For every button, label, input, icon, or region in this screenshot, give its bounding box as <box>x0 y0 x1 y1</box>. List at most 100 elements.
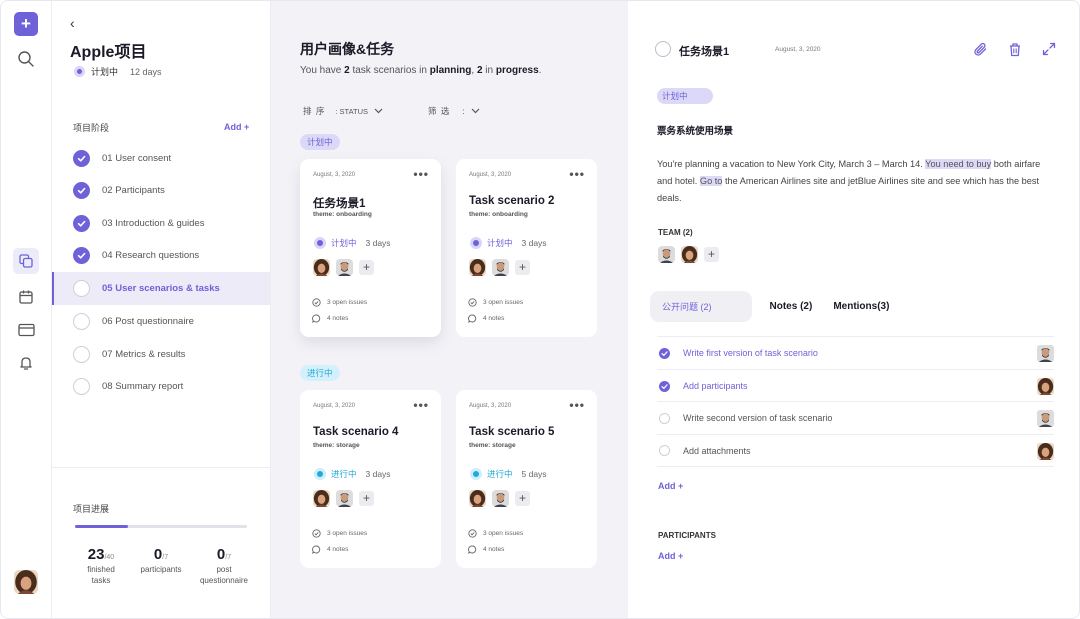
avatar[interactable] <box>469 490 486 507</box>
status-dot-icon <box>314 237 326 249</box>
app-window: + ‹ Apple项目 计划中 12 days 项目阶段 Add + 01 Us… <box>0 0 1080 619</box>
task-row[interactable]: Add participants <box>657 369 1054 402</box>
card-notes-label: 4 notes <box>483 315 505 322</box>
step-metrics-results[interactable]: 07 Metrics & results <box>52 338 270 371</box>
card-theme: theme: storage <box>469 442 516 449</box>
add-stage-button[interactable]: Add + <box>224 122 249 132</box>
step-user-scenarios-tasks[interactable]: 05 User scenarios & tasks <box>52 272 270 305</box>
step-participants[interactable]: 02 Participants <box>52 174 270 207</box>
stages-title: 项目阶段 <box>73 123 110 133</box>
step-summary-report[interactable]: 08 Summary report <box>52 370 270 403</box>
avatar[interactable] <box>492 259 509 276</box>
project-status: 计划中 12 days <box>74 65 162 78</box>
card-icon[interactable] <box>15 319 37 341</box>
copy-icon[interactable] <box>13 248 39 274</box>
task-row[interactable]: Write first version of task scenario <box>657 336 1054 369</box>
stat-denominator: /40 <box>104 554 115 561</box>
empty-circle-icon[interactable] <box>659 445 670 456</box>
more-icon[interactable]: ••• <box>413 398 429 412</box>
avatar[interactable] <box>1037 410 1054 427</box>
detail-heading: 票务系统使用场景 <box>657 126 734 137</box>
card-status-label: 进行中 <box>331 469 357 479</box>
detail-description: You're planning a vacation to New York C… <box>657 159 1041 203</box>
tab-notes[interactable]: Notes (2) <box>770 301 813 312</box>
scenario-card[interactable]: August, 3, 2020 ••• Task scenario 4 them… <box>300 390 441 568</box>
card-issues-label: 3 open issues <box>483 299 524 306</box>
step-post-questionnaire[interactable]: 06 Post questionnaire <box>52 305 270 338</box>
task-row[interactable]: Write second version of task scenario <box>657 401 1054 434</box>
scenario-card[interactable]: August, 3, 2020 ••• 任务场景1 theme: onboard… <box>300 159 441 337</box>
add-participant-button[interactable]: Add + <box>658 551 683 561</box>
create-button[interactable]: + <box>14 12 38 36</box>
empty-circle-icon[interactable] <box>659 412 670 424</box>
complete-checkbox[interactable] <box>655 41 671 57</box>
stat-label: participants <box>140 565 182 574</box>
back-button[interactable]: ‹ <box>70 15 75 31</box>
card-status-label: 计划中 <box>331 238 357 248</box>
card-title: Task scenario 4 <box>313 426 399 438</box>
card-status: 计划中 3 days <box>314 237 391 249</box>
detail-tabs: 公开问题 (2) Notes (2) Mentions(3) <box>650 290 910 322</box>
step-label: 02 Participants <box>102 185 165 196</box>
avatar[interactable] <box>492 490 509 507</box>
project-status-days: 12 days <box>130 66 162 77</box>
team-members: + <box>658 246 719 263</box>
search-icon[interactable] <box>15 48 37 70</box>
comment-icon <box>468 545 477 554</box>
icon-rail: + <box>1 1 52 618</box>
add-member-icon[interactable]: + <box>704 247 719 262</box>
filter-dropdown[interactable]: 筛 选 : <box>428 105 480 117</box>
scenario-detail-panel: 任务场景1 August, 3, 2020 计划中 票务系统使用场景 You'r… <box>628 1 1079 618</box>
card-title: Task scenario 5 <box>469 426 555 438</box>
step-introduction-guides[interactable]: 03 Introduction & guides <box>52 207 270 240</box>
comment-icon <box>468 314 477 323</box>
step-research-questions[interactable]: 04 Research questions <box>52 239 270 272</box>
avatar[interactable] <box>658 246 675 263</box>
avatar[interactable] <box>469 259 486 276</box>
sort-dropdown[interactable]: 排 序 : STATUS <box>303 105 383 117</box>
stat-label: post <box>216 565 232 574</box>
card-days: 3 days <box>365 238 391 248</box>
avatar[interactable] <box>1037 345 1054 362</box>
task-row[interactable]: Add attachments <box>657 434 1054 467</box>
check-circle-icon <box>468 298 477 307</box>
add-task-button[interactable]: Add + <box>658 481 683 491</box>
scenario-card[interactable]: August, 3, 2020 ••• Task scenario 2 them… <box>456 159 597 337</box>
avatar[interactable] <box>313 259 330 276</box>
bell-icon[interactable] <box>15 352 37 374</box>
expand-icon[interactable] <box>1040 40 1058 58</box>
add-member-icon[interactable]: + <box>359 260 374 275</box>
scenario-card[interactable]: August, 3, 2020 ••• Task scenario 5 them… <box>456 390 597 568</box>
empty-circle-icon <box>73 280 90 297</box>
card-issues: 3 open issues <box>312 529 367 538</box>
status-dot-icon <box>470 237 482 249</box>
check-icon <box>73 182 90 199</box>
status-dot-icon <box>470 468 482 480</box>
add-member-icon[interactable]: + <box>359 491 374 506</box>
filter-label: 筛 选 <box>428 106 451 116</box>
stat-label: questionnaire <box>199 576 249 585</box>
step-user-consent[interactable]: 01 User consent <box>52 142 270 175</box>
card-status: 进行中 3 days <box>314 468 391 480</box>
add-member-icon[interactable]: + <box>515 260 530 275</box>
check-icon[interactable] <box>659 347 670 359</box>
trash-icon[interactable] <box>1006 40 1024 58</box>
check-icon[interactable] <box>659 380 670 392</box>
more-icon[interactable]: ••• <box>413 167 429 181</box>
user-avatar[interactable] <box>14 570 38 594</box>
more-icon[interactable]: ••• <box>569 398 585 412</box>
avatar[interactable] <box>336 490 353 507</box>
calendar-icon[interactable] <box>15 286 37 308</box>
avatar[interactable] <box>681 246 698 263</box>
tab-open-issues[interactable]: 公开问题 (2) <box>650 290 752 322</box>
avatar[interactable] <box>313 490 330 507</box>
avatar[interactable] <box>1037 443 1054 460</box>
more-icon[interactable]: ••• <box>569 167 585 181</box>
card-date: August, 3, 2020 <box>313 172 356 178</box>
avatar[interactable] <box>336 259 353 276</box>
avatar[interactable] <box>1037 378 1054 395</box>
add-member-icon[interactable]: + <box>515 491 530 506</box>
tab-mentions[interactable]: Mentions(3) <box>833 301 889 312</box>
step-label: 05 User scenarios & tasks <box>102 283 220 294</box>
attachment-icon[interactable] <box>971 40 989 58</box>
